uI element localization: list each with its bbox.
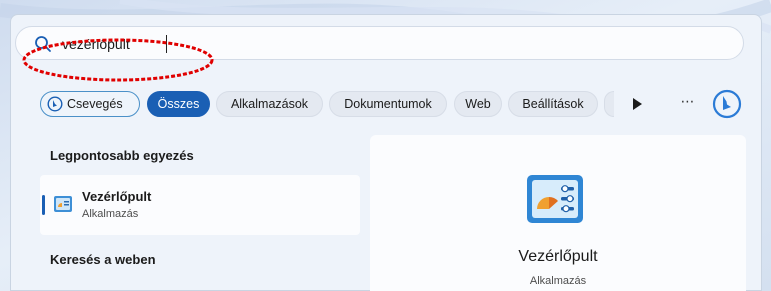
filter-chip-overflow[interactable]	[604, 91, 614, 117]
detail-app-name: Vezérlőpult	[518, 248, 598, 265]
web-search-heading: Keresés a weben	[50, 252, 156, 267]
chat-chip-label: Csevegés	[67, 97, 123, 111]
play-arrow-icon[interactable]	[630, 96, 644, 112]
ellipsis-icon[interactable]: ⋯	[678, 93, 698, 113]
result-type: Alkalmazás	[82, 208, 139, 220]
filter-chip-apps[interactable]: Alkalmazások	[216, 91, 323, 117]
filter-chip-documents[interactable]: Dokumentumok	[329, 91, 447, 117]
best-match-heading: Legpontosabb egyezés	[50, 148, 194, 163]
highlight-annotation-ellipse	[22, 38, 214, 82]
filter-chip-label: Dokumentumok	[344, 97, 432, 111]
filter-chip-settings[interactable]: Beállítások	[508, 91, 598, 117]
bing-icon[interactable]	[712, 89, 742, 119]
bing-chat-icon	[47, 96, 63, 112]
control-panel-icon	[54, 196, 72, 212]
filter-chip-label: Beállítások	[522, 97, 584, 111]
detail-pane: Vezérlőpult Alkalmazás	[370, 135, 746, 291]
filter-chip-web[interactable]: Web	[454, 91, 502, 117]
control-panel-icon	[527, 175, 583, 223]
detail-app-type: Alkalmazás	[529, 275, 587, 287]
result-name: Vezérlőpult	[82, 189, 152, 204]
filter-chip-all[interactable]: Összes	[147, 91, 210, 117]
filter-chip-label: Web	[465, 97, 491, 111]
chat-chip[interactable]: Csevegés	[40, 91, 140, 117]
filter-chip-label: Összes	[157, 97, 200, 111]
best-match-result[interactable]: Vezérlőpult Alkalmazás	[40, 175, 360, 235]
selection-indicator	[42, 195, 45, 215]
filter-chip-label: Alkalmazások	[230, 97, 309, 111]
